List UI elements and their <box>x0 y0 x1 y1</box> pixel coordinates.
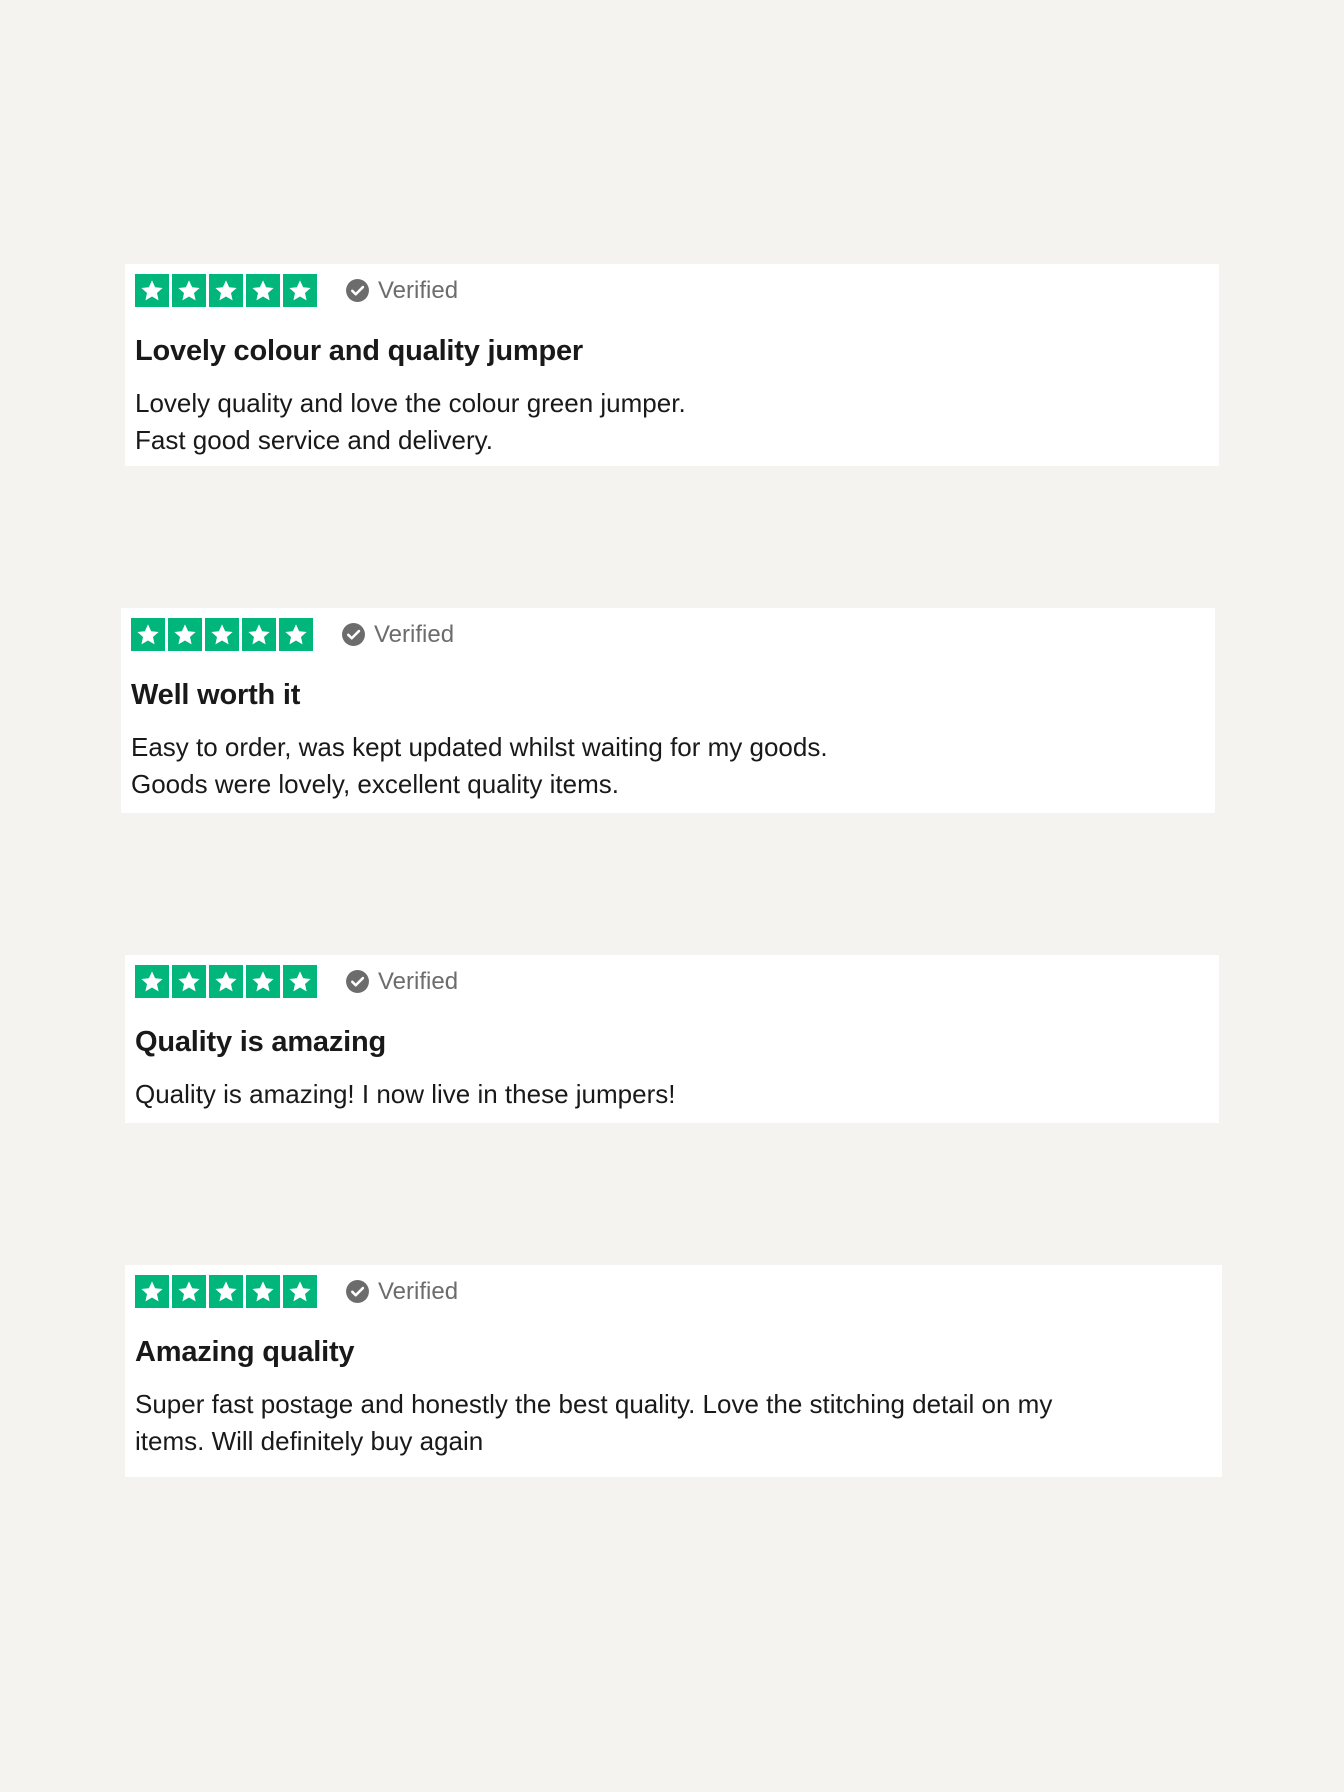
verified-label: Verified <box>374 620 455 648</box>
review-body-line: Easy to order, was kept updated whilst w… <box>131 732 828 763</box>
star-rating <box>131 618 313 651</box>
star-rating <box>135 274 317 307</box>
star-icon <box>135 274 169 307</box>
review-body-line: Super fast postage and honestly the best… <box>135 1389 1053 1420</box>
star-icon <box>279 618 313 651</box>
star-icon <box>131 618 165 651</box>
star-icon <box>242 618 276 651</box>
star-icon <box>283 274 317 307</box>
star-icon <box>283 1275 317 1308</box>
verified-label: Verified <box>378 276 459 304</box>
review-body: Quality is amazing! I now live in these … <box>135 1076 1209 1113</box>
review-body-line: Quality is amazing! I now live in these … <box>135 1079 676 1110</box>
review-card: Verified Quality is amazing Quality is a… <box>125 955 1219 1123</box>
review-body-line: items. Will definitely buy again <box>135 1426 484 1457</box>
verified-badge: Verified <box>345 1279 458 1304</box>
review-title: Quality is amazing <box>135 1026 387 1058</box>
review-body-line: Goods were lovely, excellent quality ite… <box>131 769 619 800</box>
star-icon <box>172 1275 206 1308</box>
star-icon <box>209 1275 243 1308</box>
star-icon <box>246 274 280 307</box>
star-icon <box>205 618 239 651</box>
check-circle-icon <box>345 278 370 303</box>
star-icon <box>172 274 206 307</box>
review-body-line: Fast good service and delivery. <box>135 425 493 456</box>
star-icon <box>172 965 206 998</box>
review-title: Amazing quality <box>135 1336 355 1368</box>
verified-badge: Verified <box>345 278 458 303</box>
check-circle-icon <box>345 969 370 994</box>
star-icon <box>246 965 280 998</box>
verified-badge: Verified <box>341 622 454 647</box>
star-rating <box>135 1275 317 1308</box>
star-rating <box>135 965 317 998</box>
rating-row: Verified <box>135 274 1209 307</box>
review-title: Lovely colour and quality jumper <box>135 335 584 367</box>
review-body: Super fast postage and honestly the best… <box>135 1386 1212 1460</box>
star-icon <box>209 965 243 998</box>
review-card: Verified Well worth it Easy to order, wa… <box>121 608 1215 813</box>
rating-row: Verified <box>135 1275 1212 1308</box>
verified-label: Verified <box>378 1277 459 1305</box>
check-circle-icon <box>341 622 366 647</box>
review-title: Well worth it <box>131 679 301 711</box>
review-body: Lovely quality and love the colour green… <box>135 385 1209 459</box>
review-body: Easy to order, was kept updated whilst w… <box>131 729 1205 803</box>
check-circle-icon <box>345 1279 370 1304</box>
star-icon <box>135 1275 169 1308</box>
star-icon <box>135 965 169 998</box>
review-body-line: Lovely quality and love the colour green… <box>135 388 686 419</box>
verified-label: Verified <box>378 967 459 995</box>
rating-row: Verified <box>131 618 1205 651</box>
star-icon <box>168 618 202 651</box>
review-card: Verified Amazing quality Super fast post… <box>125 1265 1222 1477</box>
star-icon <box>246 1275 280 1308</box>
star-icon <box>209 274 243 307</box>
verified-badge: Verified <box>345 969 458 994</box>
rating-row: Verified <box>135 965 1209 998</box>
star-icon <box>283 965 317 998</box>
review-card: Verified Lovely colour and quality jumpe… <box>125 264 1219 466</box>
